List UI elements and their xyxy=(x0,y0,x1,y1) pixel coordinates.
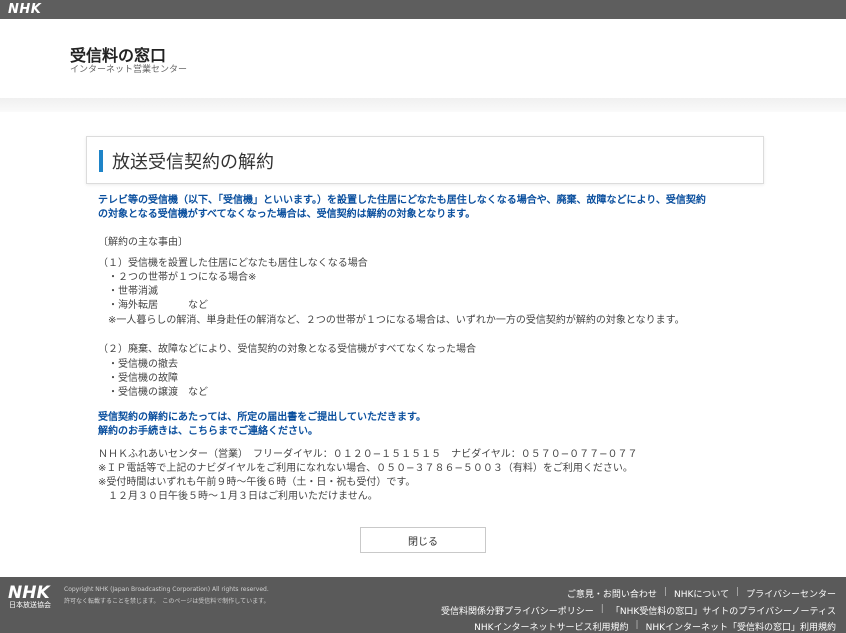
intro-line-2: の対象となる受信機がすべてなくなった場合は、受信契約は解約の対象となります。 xyxy=(98,209,476,220)
copyright-text: Copyright NHK (Japan Broadcasting Corpor… xyxy=(64,586,269,593)
intro-line-1: テレビ等の受信機（以下、「受信機」といいます。）を設置した住居にどなたも居住しな… xyxy=(98,195,706,206)
top-bar: NHK xyxy=(0,0,846,19)
reason-1-item: ・海外転居 など xyxy=(108,300,208,311)
contact-line-4: １２月３０日午後５時〜１月３日はご利用いただけません。 xyxy=(98,491,378,502)
separator: | xyxy=(736,587,740,597)
site-header: 受信料の窓口 インターネット営業センター xyxy=(0,19,846,99)
nhk-logo[interactable]: NHK xyxy=(8,2,41,17)
header-band xyxy=(0,98,846,112)
reason-2-item: ・受信機の故障 xyxy=(108,373,178,384)
page-heading-box: 放送受信契約の解約 xyxy=(86,136,764,184)
copyright-note: 許可なく転載することを禁じます。 このページは受信料で制作しています。 xyxy=(64,598,270,605)
site-subtitle: インターネット営業センター xyxy=(70,65,188,75)
footer-link-contact[interactable]: ご意見・お問い合わせ xyxy=(567,587,657,600)
notice-line-1: 受信契約の解約にあたっては、所定の届出書をご提出していただきます。 xyxy=(98,412,426,423)
heading-accent-bar xyxy=(99,150,103,172)
footer-logo-subtitle: 日本放送協会 xyxy=(9,601,51,609)
contact-line-3: ※受付時間はいずれも午前９時〜午後６時（土・日・祝も受付）です。 xyxy=(98,477,416,488)
footer-link-internet-terms[interactable]: NHKインターネットサービス利用規約 xyxy=(474,620,628,633)
reasons-title: 〔解約の主な事由〕 xyxy=(98,237,188,248)
footer-links-row-1: ご意見・お問い合わせ | NHKについて | プライバシーセンター xyxy=(567,587,836,600)
reason-1-note: ※一人暮らしの解消、単身赴任の解消など、２つの世帯が１つになる場合は、いずれか一… xyxy=(108,315,685,326)
reason-1-item: ・２つの世帯が１つになる場合※ xyxy=(108,272,257,283)
site-footer: NHK 日本放送協会 Copyright NHK (Japan Broadcas… xyxy=(0,577,846,633)
footer-link-about-nhk[interactable]: NHKについて xyxy=(674,587,729,600)
separator: | xyxy=(635,620,639,630)
reason-2: （２）廃棄、故障などにより、受信契約の対象となる受信機がすべてなくなった場合 xyxy=(98,344,476,355)
reason-1: （１）受信機を設置した住居にどなたも居住しなくなる場合 xyxy=(98,258,368,269)
footer-links-row-2: 受信料関係分野プライバシーポリシー | 「NHK受信料の窓口」サイトのプライバシ… xyxy=(441,604,836,617)
reason-2-item: ・受信機の撤去 xyxy=(108,359,178,370)
footer-link-privacy-policy[interactable]: 受信料関係分野プライバシーポリシー xyxy=(441,604,594,617)
page-title: 放送受信契約の解約 xyxy=(112,152,274,173)
separator: | xyxy=(663,587,667,597)
separator: | xyxy=(600,604,604,614)
footer-link-privacy-notice[interactable]: 「NHK受信料の窓口」サイトのプライバシーノーティス xyxy=(611,604,836,617)
footer-links-row-3: NHKインターネットサービス利用規約 | NHKインターネット「受信料の窓口」利… xyxy=(474,620,836,633)
notice-line-2: 解約のお手続きは、こちらまでご連絡ください。 xyxy=(98,426,318,437)
contact-line-2: ※ＩＰ電話等で上記のナビダイヤルをご利用になれない場合、０５０−３７８６−５００… xyxy=(98,463,633,474)
reason-1-item: ・世帯消滅 xyxy=(108,286,158,297)
footer-link-window-terms[interactable]: NHKインターネット「受信料の窓口」利用規約 xyxy=(646,620,836,633)
reason-2-item: ・受信機の譲渡 など xyxy=(108,387,208,398)
close-button[interactable]: 閉じる xyxy=(360,527,486,553)
contact-line-1: ＮＨＫふれあいセンター（営業） フリーダイヤル：０１２０−１５１５１５ ナビダイ… xyxy=(98,449,638,460)
footer-link-privacy-center[interactable]: プライバシーセンター xyxy=(746,587,836,600)
